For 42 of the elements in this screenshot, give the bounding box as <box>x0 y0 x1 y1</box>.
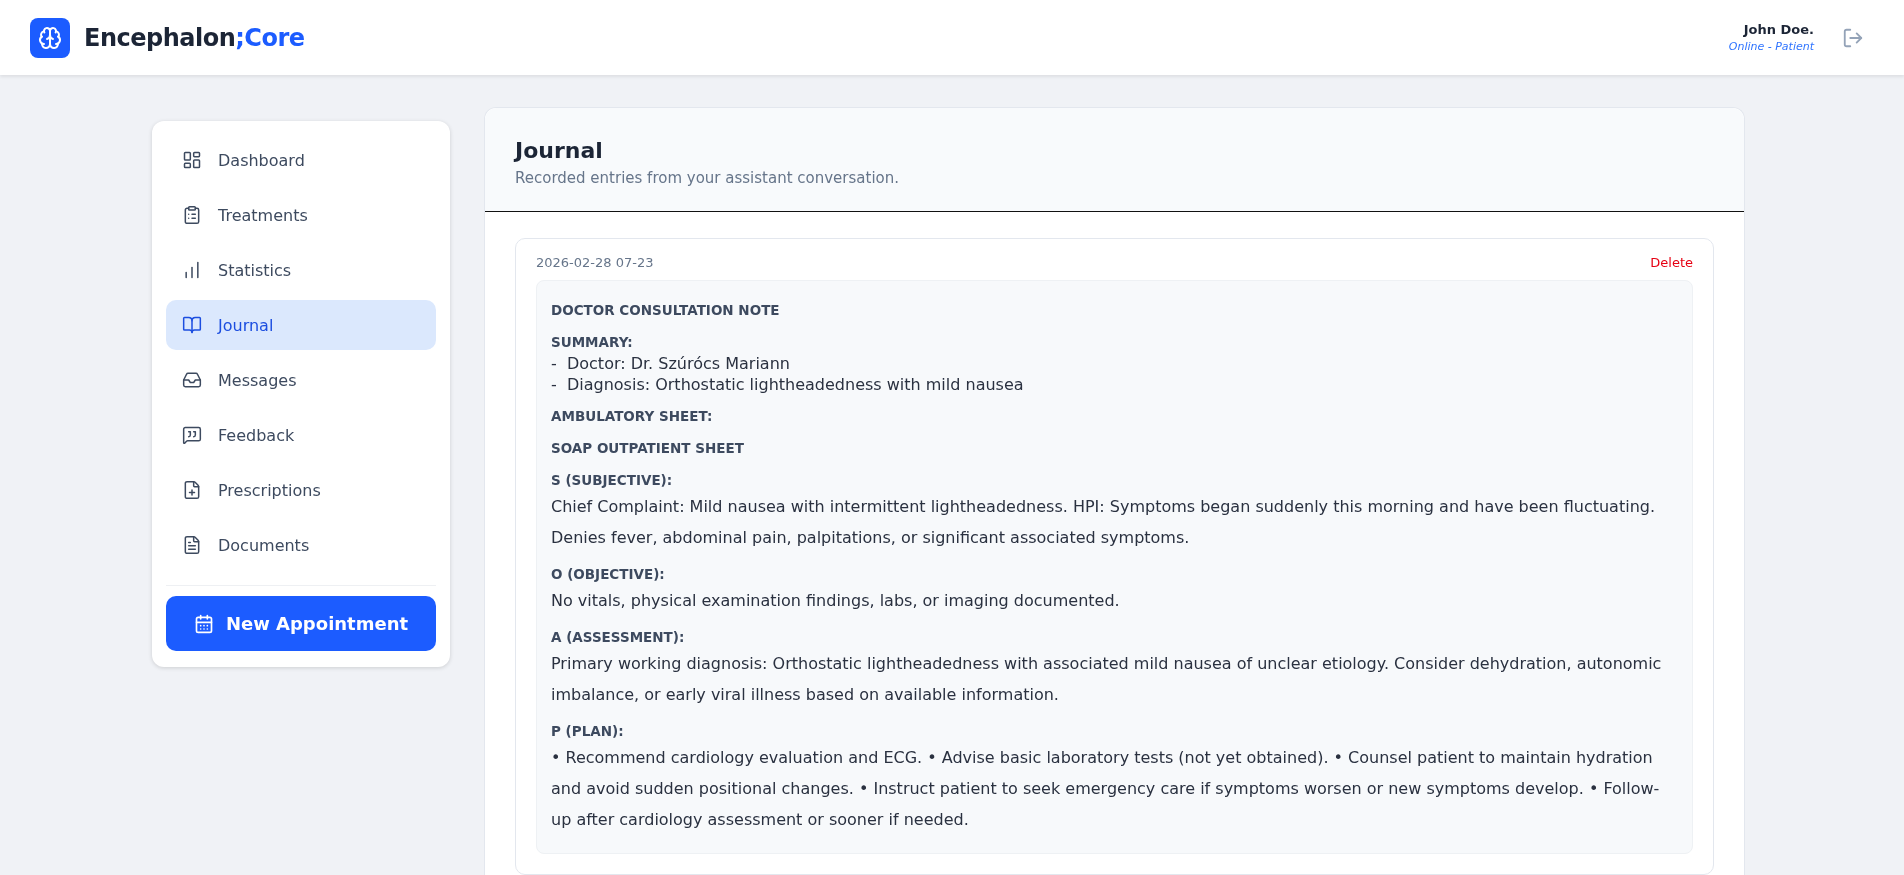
section-text: • Recommend cardiology evaluation and ECG. • Advise basic laboratory tests (not yet obtained). • Counsel patient to maintain hydration and avoid sudden positional changes. • Instruct patient to seek emergency care if symptoms worsen or new symptoms develop. • Follow-up after cardiology assessment or sooner if needed. <box>551 747 1661 831</box>
clipboard-icon <box>182 205 202 225</box>
new-appointment-button[interactable]: New Appointment <box>166 596 436 651</box>
user-status: Online - Patient <box>1728 40 1814 53</box>
section-heading: O (OBJECTIVE): <box>551 565 666 584</box>
section-heading: AMBULATORY SHEET: <box>551 407 714 426</box>
inbox-icon <box>182 370 202 390</box>
delete-button[interactable]: Delete <box>1650 255 1693 270</box>
sidebar-item[interactable]: Documents <box>166 520 436 570</box>
summary-line: - Diagnosis: Orthostatic lightheadedness with mild nausea <box>551 374 1025 395</box>
section-heading: S (SUBJECTIVE): <box>551 471 674 490</box>
brand-name: Encephalon <box>84 23 236 52</box>
entry-date: 2026-02-28 07-23 <box>536 255 654 270</box>
summary-line: - Doctor: Dr. Szúrócs Mariann <box>551 353 791 374</box>
sidebar-item[interactable]: Prescriptions <box>166 465 436 515</box>
page-title: Journal <box>515 138 604 163</box>
quote-bubble-icon <box>182 425 202 445</box>
document-icon <box>182 535 202 555</box>
file-plus-icon <box>182 480 202 500</box>
section-heading: P (PLAN): <box>551 722 625 741</box>
section-text: Chief Complaint: Mild nausea with intermittent lightheadedness. HPI: Symptoms began suddenly this morning and have been fluctuating. Denies fever, abdominal pain, palpitations, or significant associated symptoms. <box>551 496 1657 549</box>
section-text: Primary working diagnosis: Orthostatic lightheadedness with associated mild nausea of unclear etiology. Consider dehydration, autonomic imbalance, or early viral illness based on available information. <box>551 653 1663 706</box>
section-heading: SOAP OUTPATIENT SHEET <box>551 439 745 458</box>
sidebar-item[interactable]: Feedback <box>166 410 436 460</box>
section-heading: DOCTOR CONSULTATION NOTE <box>551 301 781 320</box>
sidebar-item[interactable]: Journal <box>166 300 436 350</box>
user-name: John Doe. <box>1743 22 1814 37</box>
dashboard-icon <box>182 150 202 170</box>
logout-icon[interactable] <box>1842 26 1864 49</box>
page-subtitle: Recorded entries from your assistant conversation. <box>515 169 901 187</box>
section-heading: A (ASSESSMENT): <box>551 628 686 647</box>
section-heading: SUMMARY: <box>551 333 634 352</box>
calendar-icon <box>193 613 214 634</box>
book-icon <box>182 315 202 335</box>
section-text: No vitals, physical examination findings, labs, or imaging documented. <box>551 590 1121 612</box>
brain-logo-icon <box>30 17 70 58</box>
sidebar-item[interactable]: Statistics <box>166 245 436 295</box>
sidebar-item[interactable]: Dashboard <box>166 135 436 185</box>
brand-suffix: ;Core <box>235 23 305 52</box>
sidebar-item[interactable]: Messages <box>166 355 436 405</box>
sidebar-item[interactable]: Treatments <box>166 190 436 240</box>
bar-chart-icon <box>182 260 202 280</box>
